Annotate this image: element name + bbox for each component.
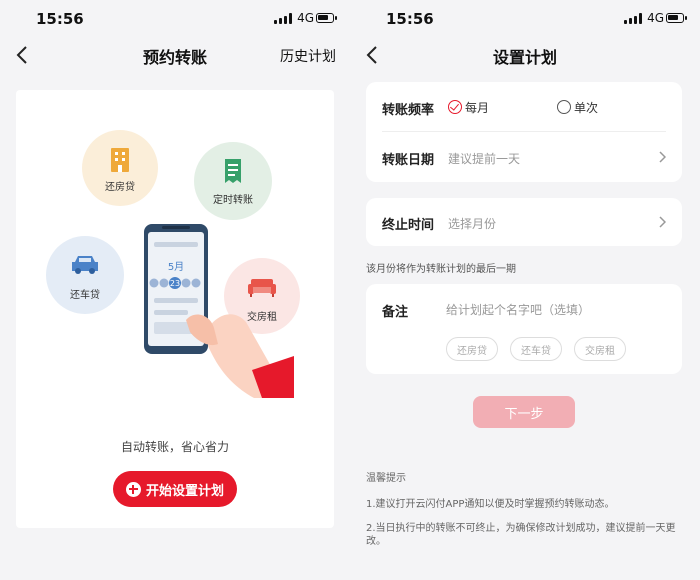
signal-icon bbox=[274, 13, 292, 24]
chevron-right-icon[interactable] bbox=[658, 216, 666, 228]
nav-bar: 预约转账 历史计划 bbox=[0, 38, 350, 72]
page-title: 设置计划 bbox=[492, 48, 557, 67]
note-chip-car-loan[interactable]: 还车贷 bbox=[510, 337, 562, 361]
frequency-label: 转账频率 bbox=[382, 103, 435, 118]
end-time-card[interactable]: 终止时间 选择月份 bbox=[366, 198, 682, 246]
history-plans-link[interactable]: 历史计划 bbox=[280, 46, 336, 66]
start-plan-button[interactable]: 开始设置计划 bbox=[113, 471, 237, 507]
status-time: 15:56 bbox=[386, 10, 434, 28]
status-bar: 15:56 4G bbox=[350, 0, 700, 36]
end-time-field[interactable]: 选择月份 bbox=[448, 215, 496, 232]
option-once[interactable]: 单次 bbox=[574, 99, 598, 116]
row-divider bbox=[382, 131, 666, 132]
tips-title: 温馨提示 bbox=[366, 473, 406, 484]
network-type: 4G bbox=[647, 11, 664, 25]
note-card: 备注 给计划起个名字吧（选填） 还房贷 还车贷 交房租 bbox=[366, 284, 682, 374]
mortgage-bubble: 还房贷 bbox=[82, 130, 158, 206]
car-icon bbox=[72, 256, 98, 274]
slogan-text: 自动转账，省心省力 bbox=[120, 440, 229, 454]
set-plan-screen: 15:56 4G 设置计划 转账频率 每月 单次 转账日期 建议提前一天 终止时… bbox=[350, 0, 700, 580]
bubble-label-car-loan: 还车贷 bbox=[70, 290, 100, 301]
radio-once-icon[interactable] bbox=[557, 100, 571, 114]
tip-item-2: 2.当日执行中的转账不可终止，为确保修改计划成功，建议提前一天更改。 bbox=[366, 523, 676, 547]
receipt-icon bbox=[225, 159, 241, 183]
option-monthly[interactable]: 每月 bbox=[465, 99, 489, 116]
chevron-right-icon[interactable] bbox=[658, 151, 666, 163]
car-loan-bubble: 还车贷 bbox=[46, 236, 124, 314]
next-step-button[interactable]: 下一步 bbox=[473, 396, 575, 428]
phone-month: 5月 bbox=[168, 261, 184, 273]
transfer-date-label: 转账日期 bbox=[382, 153, 435, 168]
plus-circle-icon bbox=[125, 481, 141, 497]
note-chip-mortgage[interactable]: 还房贷 bbox=[446, 337, 498, 361]
scheduled-transfer-bubble: 定时转账 bbox=[194, 142, 272, 220]
battery-icon bbox=[666, 13, 687, 23]
status-bar: 15:56 4G bbox=[0, 0, 350, 36]
signal-icon bbox=[624, 13, 642, 24]
bubble-label-scheduled: 定时转账 bbox=[213, 195, 253, 206]
bubble-label-mortgage: 还房贷 bbox=[105, 182, 135, 193]
network-type: 4G bbox=[297, 11, 314, 25]
nav-bar: 设置计划 bbox=[350, 38, 700, 72]
intro-card: 还房贷 定时转账 还车贷 交房租 5月 23 自动转账，省心省力 开始设置计划 bbox=[16, 90, 334, 528]
transfer-date-field[interactable]: 建议提前一天 bbox=[448, 150, 520, 167]
note-chip-rent[interactable]: 交房租 bbox=[574, 337, 626, 361]
start-plan-label: 开始设置计划 bbox=[145, 483, 224, 499]
intro-screen: 15:56 4G 预约转账 历史计划 还房贷 定时转账 还车贷 交房租 5月 2… bbox=[0, 0, 350, 580]
building-icon bbox=[111, 148, 129, 172]
phone-hand-illustration: 5月 23 bbox=[144, 224, 294, 398]
end-time-label: 终止时间 bbox=[382, 218, 435, 233]
schedule-card: 转账频率 每月 单次 转账日期 建议提前一天 bbox=[366, 82, 682, 182]
status-time: 15:56 bbox=[36, 10, 84, 28]
phone-day: 23 bbox=[170, 279, 180, 288]
tip-item-1: 1.建议打开云闪付APP通知以便及时掌握预约转账动态。 bbox=[366, 499, 615, 510]
end-time-hint: 该月份将作为转账计划的最后一期 bbox=[366, 264, 516, 275]
note-label: 备注 bbox=[382, 305, 409, 320]
battery-icon bbox=[316, 13, 337, 23]
note-input[interactable]: 给计划起个名字吧（选填） bbox=[446, 301, 590, 318]
radio-monthly-checked-icon[interactable] bbox=[448, 100, 462, 114]
